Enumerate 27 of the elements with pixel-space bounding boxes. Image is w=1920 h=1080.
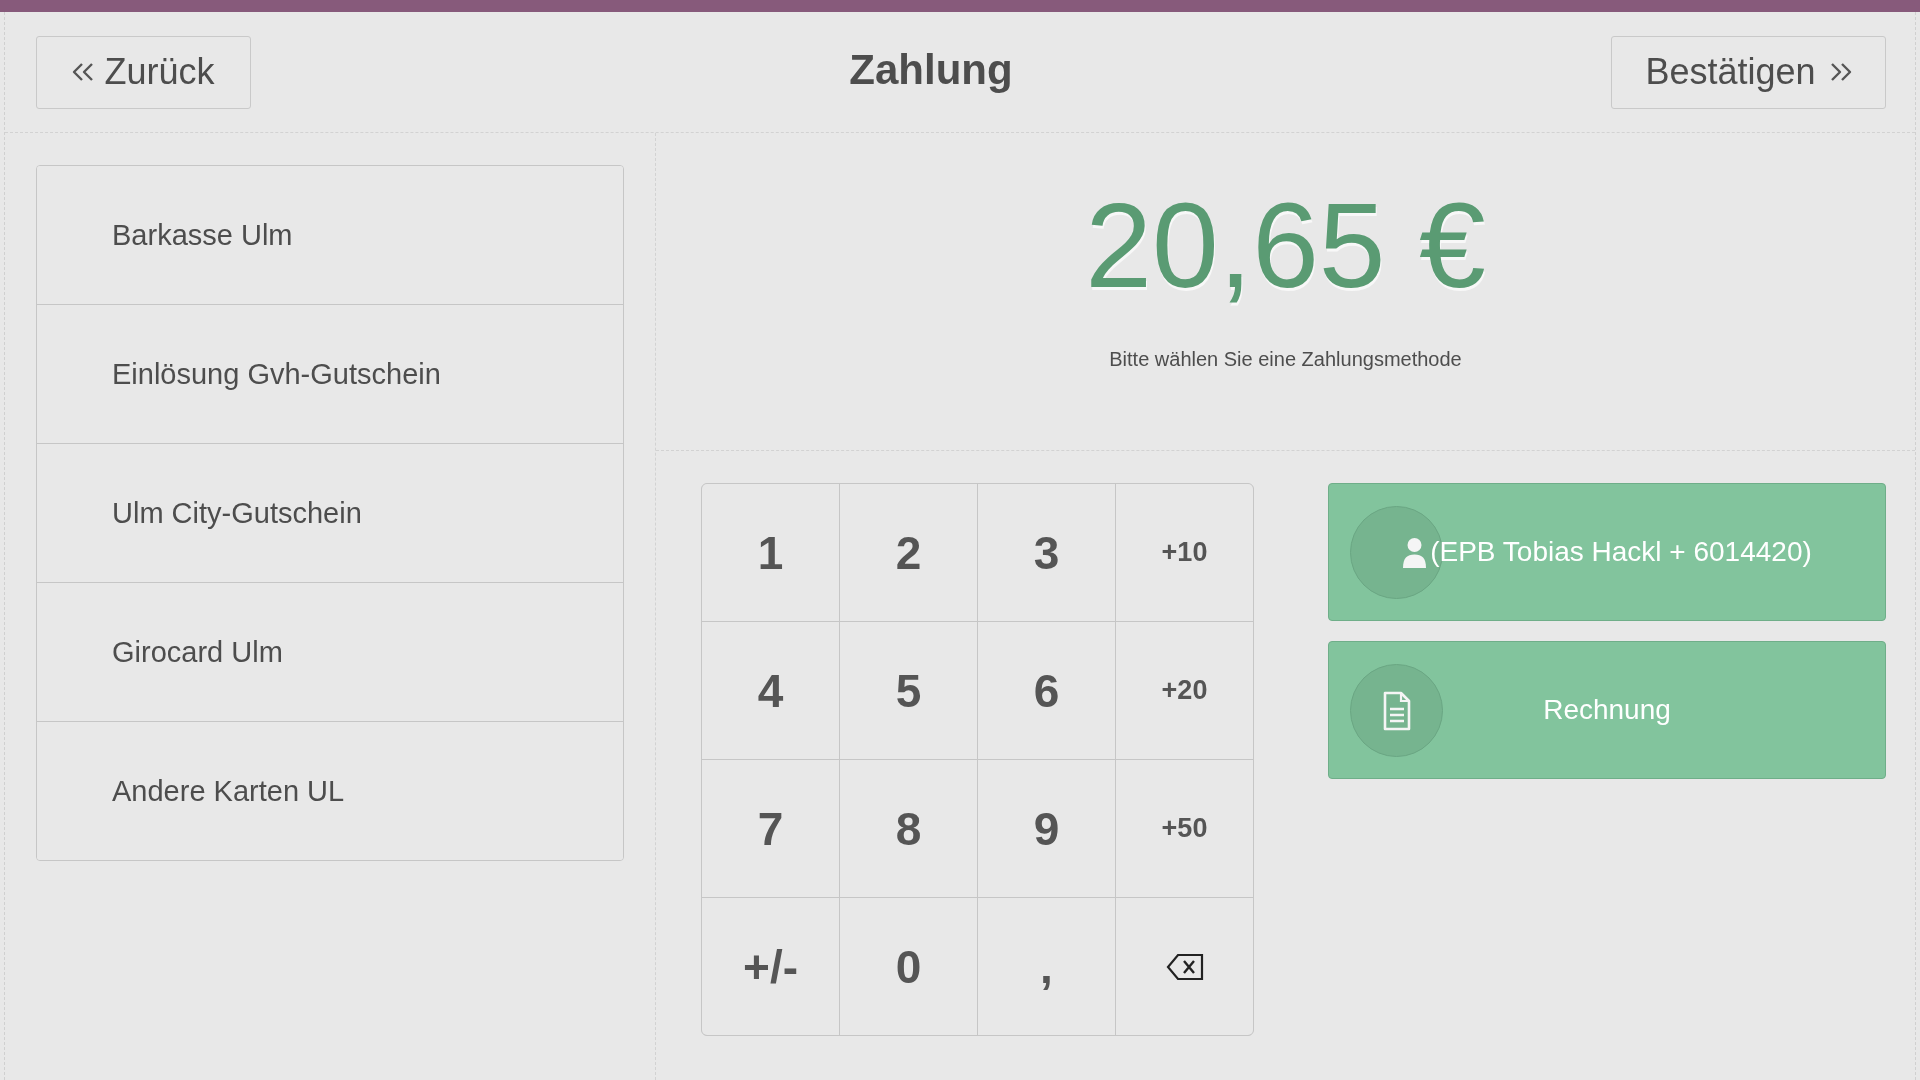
confirm-button[interactable]: Bestätigen <box>1611 35 1886 109</box>
payment-method-item[interactable]: Andere Karten UL <box>37 721 623 860</box>
keypad-key[interactable]: 9 <box>978 760 1115 897</box>
backspace-key[interactable] <box>1116 898 1253 1035</box>
person-icon <box>1402 537 1428 569</box>
back-button[interactable]: Zurück <box>36 35 251 109</box>
keypad-key[interactable]: 3 <box>978 484 1115 621</box>
keypad-key[interactable]: +10 <box>1116 484 1253 621</box>
keypad-key[interactable]: 8 <box>840 760 977 897</box>
keypad-key[interactable]: 6 <box>978 622 1115 759</box>
document-icon <box>1350 663 1443 757</box>
keypad-key[interactable]: 7 <box>702 760 839 897</box>
keypad-key[interactable]: 5 <box>840 622 977 759</box>
keypad-key[interactable]: +50 <box>1116 760 1253 897</box>
keypad-key[interactable]: +20 <box>1116 622 1253 759</box>
keypad-key[interactable]: 1 <box>702 484 839 621</box>
page-title: Zahlung <box>849 45 1013 94</box>
double-chevron-right-icon <box>1829 62 1852 82</box>
double-chevron-left-icon <box>72 62 95 82</box>
keypad-key[interactable]: +/- <box>702 898 839 1035</box>
payment-hint: Bitte wählen Sie eine Zahlungsmethode <box>1109 347 1462 371</box>
keypad-key[interactable]: 0 <box>840 898 977 1035</box>
backspace-icon <box>1165 952 1204 981</box>
keypad-key[interactable]: 2 <box>840 484 977 621</box>
keypad-key[interactable]: 4 <box>702 622 839 759</box>
amount-due: 20,65 € <box>1085 179 1486 311</box>
keypad-key[interactable]: , <box>978 898 1115 1035</box>
